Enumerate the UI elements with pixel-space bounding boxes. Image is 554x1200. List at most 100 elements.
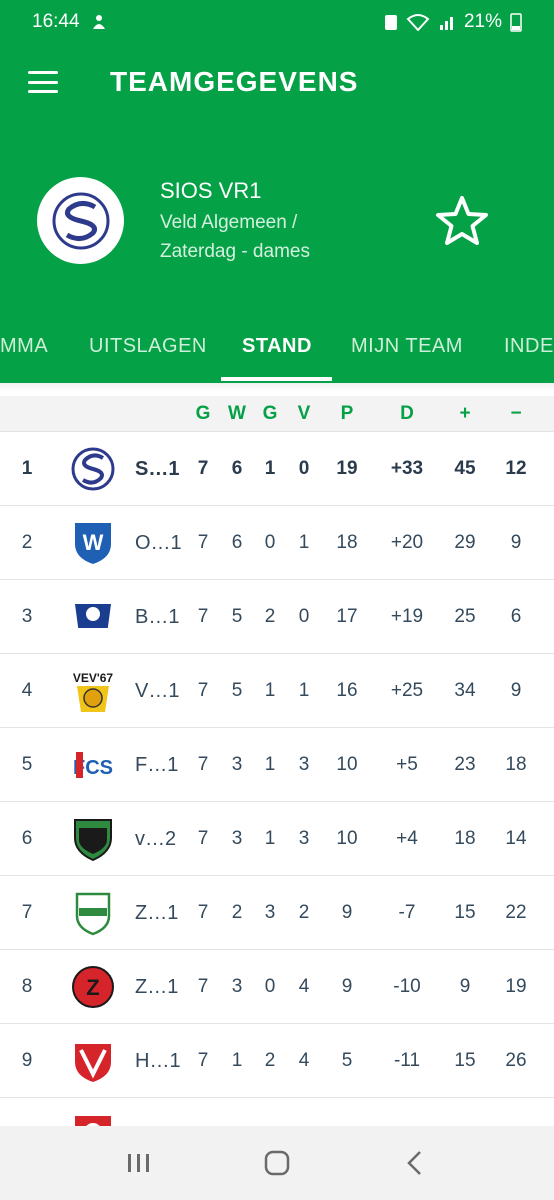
battery-icon	[510, 13, 522, 32]
svg-text:VEV'67: VEV'67	[73, 671, 114, 685]
cell-goals-against: 26	[505, 1050, 527, 1071]
standings-row[interactable]: 5 FCS F…1 7 3 1 3 10 +5 23 18	[0, 728, 554, 802]
cell-lost: 3	[298, 828, 310, 849]
team-name: SIOS VR1	[160, 178, 262, 203]
cell-played: 7	[197, 976, 209, 997]
cell-draw: 1	[264, 680, 276, 701]
cell-difference: -10	[393, 976, 421, 997]
cell-points: 18	[336, 532, 358, 553]
cell-team-name: Z…1	[135, 902, 179, 924]
cell-team-name: B…1	[135, 606, 180, 628]
tab-indeling[interactable]: INDE	[504, 310, 554, 383]
sios-logo-icon	[52, 192, 109, 249]
cell-goals-against: 14	[505, 828, 527, 849]
team-header: SIOS VR1 Veld Algemeen / Zaterdag - dame…	[0, 120, 554, 310]
cell-position: 9	[21, 1050, 33, 1071]
cell-won: 6	[231, 458, 243, 479]
battery-saver-icon	[384, 15, 397, 30]
standings-row[interactable]: 3 B…1 7 5 2 0 17 +19 25 6	[0, 580, 554, 654]
cell-points: 16	[336, 680, 358, 701]
cell-lost: 0	[298, 606, 310, 627]
standings-row[interactable]: 2 W O…1 7 6 0 1 18 +20 29 9	[0, 506, 554, 580]
wifi-icon	[406, 14, 430, 31]
cell-played: 7	[197, 606, 209, 627]
col-header-points: P	[340, 403, 354, 424]
cell-position: 6	[21, 828, 33, 849]
standings-row[interactable]: 8 Z Z…1 7 3 0 4 9 -10 9 19	[0, 950, 554, 1024]
tab-stand[interactable]: STAND	[242, 310, 312, 383]
favorite-star-icon[interactable]	[434, 194, 490, 250]
cell-team-name: V…1	[135, 680, 180, 702]
standings-row[interactable]: 4 VEV'67 V…1 7 5 1 1 16 +25 34 9	[0, 654, 554, 728]
signal-icon	[439, 17, 453, 30]
cell-goals-for: 18	[454, 828, 476, 849]
cell-difference: +19	[390, 606, 424, 627]
col-header-played: G	[195, 403, 211, 424]
cell-won: 6	[231, 532, 243, 553]
cell-lost: 3	[298, 754, 310, 775]
svg-text:Z: Z	[86, 975, 99, 1000]
svg-text:W: W	[83, 530, 104, 555]
cell-team-name: Z…1	[135, 976, 179, 998]
cell-played: 7	[197, 458, 209, 479]
cell-draw: 1	[264, 754, 276, 775]
back-icon[interactable]	[395, 1143, 435, 1183]
cell-team-name: H…1	[135, 1050, 181, 1072]
menu-icon[interactable]	[28, 71, 58, 93]
standings-row[interactable]: 9 H…1 7 1 2 4 5 -11 15 26	[0, 1024, 554, 1098]
col-header-draw: G	[262, 403, 278, 424]
standings-row[interactable]: 6 v…2 7 3 1 3 10 +4 18 14	[0, 802, 554, 876]
cell-draw: 2	[264, 1050, 276, 1071]
standings-row[interactable]: 7 Z…1 7 2 3 2 9 -7 15 22	[0, 876, 554, 950]
tab-programma[interactable]: MMA	[0, 310, 48, 383]
standings-header: G W G V P D + −	[0, 396, 554, 432]
cell-goals-against: 12	[505, 458, 527, 479]
zuidhorn-crest-icon	[75, 892, 111, 936]
status-time: 16:44	[32, 11, 80, 32]
cell-goals-against: 6	[510, 606, 522, 627]
cell-goals-for: 45	[454, 458, 476, 479]
cell-won: 3	[231, 976, 243, 997]
col-header-goals-against: −	[510, 403, 522, 424]
col-header-difference: D	[400, 403, 414, 424]
home-icon[interactable]	[257, 1143, 297, 1183]
competition-line-1: Veld Algemeen /	[160, 212, 298, 233]
cell-played: 7	[197, 1050, 209, 1071]
col-header-goals-for: +	[459, 403, 471, 424]
cell-goals-against: 22	[505, 902, 527, 923]
cell-goals-against: 18	[505, 754, 527, 775]
cell-won: 3	[231, 754, 243, 775]
cell-lost: 4	[298, 1050, 310, 1071]
standings-row[interactable]: 1 S…1 7 6 1 0 19 +33 45 12	[0, 432, 554, 506]
cell-points: 19	[336, 458, 358, 479]
team-logo	[37, 177, 124, 264]
cell-won: 1	[231, 1050, 243, 1071]
cell-goals-against: 9	[510, 680, 522, 701]
cell-points: 10	[336, 754, 358, 775]
cell-goals-for: 15	[454, 902, 476, 923]
col-header-won: W	[228, 403, 246, 424]
cell-lost: 2	[298, 902, 310, 923]
cell-team-name: F…1	[135, 754, 179, 776]
cell-won: 2	[231, 902, 243, 923]
tab-uitslagen[interactable]: UITSLAGEN	[89, 310, 207, 383]
vev67-crest-icon: VEV'67	[73, 671, 114, 712]
system-nav-bar	[0, 1126, 554, 1200]
cell-lost: 1	[298, 532, 310, 553]
cell-position: 8	[21, 976, 33, 997]
cell-played: 7	[197, 680, 209, 701]
cell-difference: +25	[390, 680, 424, 701]
cell-points: 9	[341, 976, 353, 997]
cell-draw: 0	[264, 532, 276, 553]
recent-apps-icon[interactable]	[119, 1143, 159, 1183]
cell-goals-for: 9	[459, 976, 471, 997]
cell-draw: 1	[264, 458, 276, 479]
cell-won: 5	[231, 680, 243, 701]
active-tab-indicator	[221, 377, 332, 381]
cell-position: 5	[21, 754, 33, 775]
cell-won: 5	[231, 606, 243, 627]
cell-draw: 2	[264, 606, 276, 627]
cell-difference: +5	[396, 754, 418, 775]
tab-mijn-team[interactable]: MIJN TEAM	[351, 310, 463, 383]
cell-lost: 1	[298, 680, 310, 701]
